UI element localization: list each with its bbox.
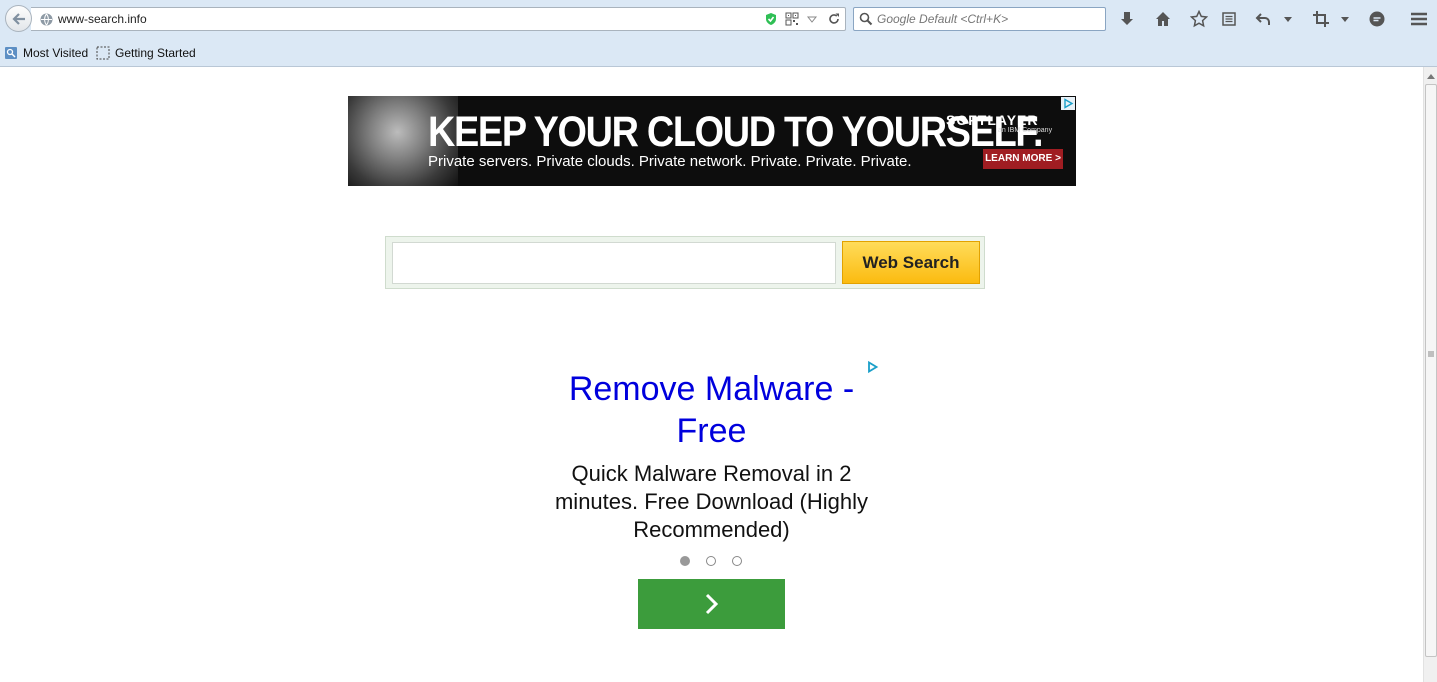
reload-icon[interactable] xyxy=(827,12,841,26)
carousel-dot[interactable] xyxy=(680,556,690,566)
adchoices-icon[interactable] xyxy=(1061,97,1075,110)
undo-icon[interactable] xyxy=(1255,10,1273,28)
dropdown-arrow-icon[interactable] xyxy=(806,12,820,26)
shield-icon[interactable] xyxy=(764,12,778,26)
page-icon xyxy=(96,46,110,60)
search-bar[interactable] xyxy=(853,7,1106,31)
navigation-toolbar: www-search.info xyxy=(0,0,1437,38)
web-search-input[interactable] xyxy=(392,242,836,284)
crop-dropdown-icon[interactable] xyxy=(1339,10,1357,28)
star-icon[interactable] xyxy=(1189,9,1209,28)
most-visited-icon xyxy=(5,47,17,59)
learn-more-button[interactable]: LEARN MORE > xyxy=(983,149,1063,169)
carousel-dot[interactable] xyxy=(706,556,716,566)
back-arrow-icon xyxy=(12,13,25,25)
bookmark-most-visited[interactable]: Most Visited xyxy=(4,46,88,60)
banner-ad[interactable]: KEEP YOUR CLOUD TO YOURSELF. Private ser… xyxy=(348,96,1076,186)
bookmark-label: Most Visited xyxy=(23,46,89,60)
url-text: www-search.info xyxy=(58,12,147,26)
download-icon[interactable] xyxy=(1118,10,1136,28)
qr-code-icon[interactable] xyxy=(785,12,799,26)
web-search-form: Web Search xyxy=(385,236,985,289)
banner-brand: SOFTLAYER xyxy=(946,112,1039,128)
banner-brand-sub: an IBM Company xyxy=(998,127,1053,134)
scroll-up-arrow-icon[interactable] xyxy=(1427,73,1435,79)
reading-list-icon[interactable] xyxy=(1220,10,1238,28)
scrollbar-thumb[interactable] xyxy=(1425,84,1437,657)
banner-subline: Private servers. Private clouds. Private… xyxy=(428,153,912,170)
carousel-dot[interactable] xyxy=(732,556,742,566)
magnifier-icon xyxy=(859,12,873,26)
bookmark-getting-started[interactable]: Getting Started xyxy=(96,46,196,60)
ad-title-link[interactable]: Remove Malware - Free xyxy=(545,368,878,452)
undo-dropdown-icon[interactable] xyxy=(1282,10,1300,28)
ad-description: Quick Malware Removal in 2 minutes. Free… xyxy=(554,461,869,542)
menu-icon[interactable] xyxy=(1410,10,1428,28)
next-button[interactable] xyxy=(638,579,785,629)
browser-chrome: www-search.info Most Visited xyxy=(0,0,1437,67)
search-bar-input[interactable] xyxy=(877,10,1099,28)
crop-icon[interactable] xyxy=(1312,10,1330,28)
carousel-dots xyxy=(680,556,742,566)
grip-icon xyxy=(1428,351,1434,357)
chevron-right-icon xyxy=(705,593,719,615)
bookmark-label: Getting Started xyxy=(115,46,196,60)
chat-icon[interactable] xyxy=(1368,10,1386,28)
home-icon[interactable] xyxy=(1154,10,1172,28)
bookmarks-toolbar: Most Visited Getting Started xyxy=(0,40,1437,66)
url-bar[interactable]: www-search.info xyxy=(31,7,846,31)
vertical-scrollbar[interactable] xyxy=(1423,67,1437,682)
globe-icon xyxy=(40,13,53,31)
web-search-button[interactable]: Web Search xyxy=(842,241,980,284)
back-button[interactable] xyxy=(5,5,32,32)
